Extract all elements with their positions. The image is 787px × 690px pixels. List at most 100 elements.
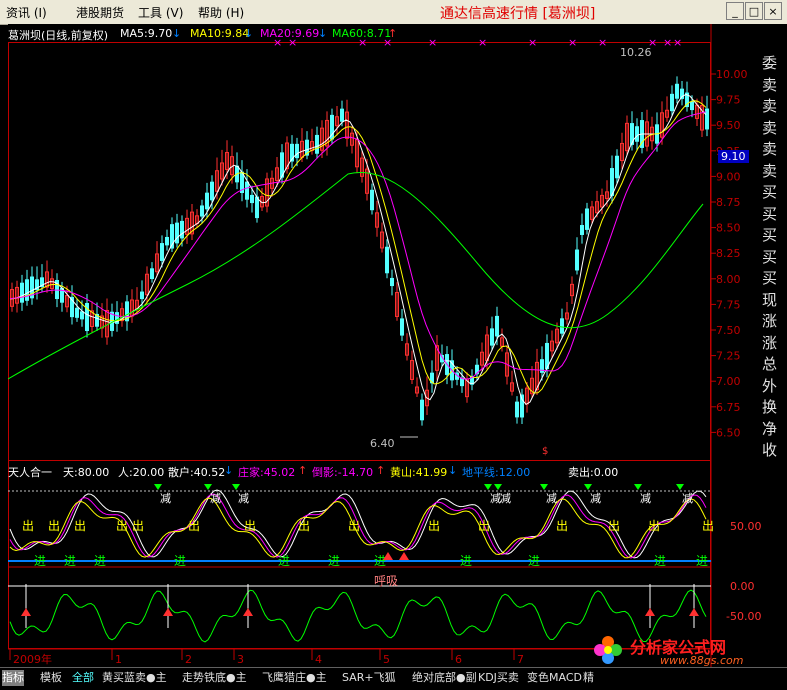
indicator-tab[interactable]: 走势铁底●主 [182, 670, 247, 686]
candle-body [495, 315, 499, 337]
spike-arrow-icon [243, 608, 253, 616]
close-button[interactable]: × [764, 2, 782, 20]
candle-body [250, 194, 254, 204]
quote-panel-label: 买 [762, 269, 778, 287]
quote-panel-label: 买 [762, 204, 778, 223]
ind-daoying: 倒影:-14.70 [312, 466, 374, 479]
ind-ren: 人:20.00 [118, 466, 165, 479]
indicator-tab[interactable]: 变色MACD [527, 670, 582, 686]
ma10-arrow: ↓ [244, 27, 254, 40]
quote-panel-label: 卖 [762, 161, 778, 180]
ind-sanhu: 散户:40.52 [168, 466, 226, 479]
s-marker: $ [542, 446, 548, 457]
candle-body [635, 126, 639, 142]
chart-canvas[interactable]: 10.009.759.509.259.008.758.508.258.007.7… [8, 24, 787, 667]
price-tick-label: 9.00 [716, 170, 741, 183]
signal-marker: × [673, 36, 682, 49]
quote-panel-label: 买 [762, 226, 778, 244]
candle-body [140, 291, 144, 300]
reduce-label: 减 [590, 492, 601, 505]
candle-body [580, 225, 584, 235]
indicator-tab[interactable]: 模板 [40, 670, 62, 686]
candle-body [560, 318, 564, 334]
candle-body [75, 307, 79, 318]
in-label: 进 [328, 554, 340, 568]
menu-help[interactable]: 帮助 (H) [198, 4, 244, 21]
out-label: 出 [556, 519, 568, 533]
indicator-tab[interactable]: 全部 [72, 670, 94, 686]
price-tick-label: 8.75 [716, 196, 741, 209]
app-title: 通达信高速行情 [葛洲坝] [440, 6, 596, 22]
in-label: 进 [374, 554, 386, 568]
indicator-tab[interactable]: 绝对底部●副 [412, 670, 477, 686]
price-tick-label: 9.50 [716, 119, 741, 132]
reduce-arrow-icon [676, 484, 684, 490]
breath-label: 呼吸 [374, 574, 399, 588]
in-label: 进 [278, 554, 290, 568]
reduce-arrow-icon [494, 484, 502, 490]
minimize-button[interactable]: _ [726, 2, 744, 20]
candle-body [20, 282, 24, 303]
price-tick-label: 7.50 [716, 324, 741, 337]
indicator-tab[interactable]: 精 [583, 670, 594, 686]
candle-body [255, 196, 259, 219]
candle-body [675, 83, 679, 99]
candle-body [420, 399, 424, 421]
in-label: 进 [654, 554, 666, 568]
menu-info[interactable]: 资讯 (I) [6, 4, 47, 21]
quote-panel-label: 卖 [762, 140, 778, 158]
reduce-label: 减 [160, 492, 171, 505]
signal-marker: × [528, 36, 537, 49]
out-label: 出 [188, 519, 200, 533]
price-tick-label: 8.50 [716, 222, 741, 235]
signal-marker: × [428, 36, 437, 49]
price-tick-label: 7.25 [716, 350, 741, 363]
reduce-label: 减 [640, 492, 651, 505]
ind-sanhu-arrow: ↓ [224, 464, 234, 477]
date-label: 1 [115, 653, 122, 666]
ma60-arrow: ↑ [388, 27, 398, 40]
quote-panel-label: 涨 [762, 333, 778, 352]
ind-tick-neg50: -50.00 [726, 610, 762, 623]
candle-body [385, 246, 389, 274]
price-tick-label: 10.00 [716, 68, 748, 81]
indicator-tab[interactable]: 飞鹰猎庄●主 [262, 670, 327, 686]
signal-marker: × [663, 36, 672, 49]
maximize-button[interactable]: □ [745, 2, 763, 20]
candle-body [210, 181, 214, 201]
indicator-tab[interactable]: 指标 [2, 670, 24, 686]
reduce-arrow-icon [540, 484, 548, 490]
out-label: 出 [648, 519, 660, 533]
candle-body [575, 249, 579, 271]
candle-body [340, 108, 344, 122]
in-label: 进 [174, 554, 186, 568]
in-label: 进 [64, 554, 76, 568]
reduce-label: 减 [500, 492, 511, 505]
date-label: 3 [237, 653, 244, 666]
logo-watermark: 分析家公式网 www.88gs.com [590, 632, 785, 668]
chart-area[interactable]: 10.009.759.509.259.008.758.508.258.007.7… [8, 24, 787, 667]
candle-body [165, 236, 169, 246]
ind-daoying-arrow: ↑ [376, 464, 386, 477]
out-label: 出 [22, 519, 34, 533]
candle-body [295, 143, 299, 159]
candle-body [245, 181, 249, 200]
menu-hk-futures[interactable]: 港股期货 [76, 4, 124, 21]
quote-panel-label: 净 [762, 419, 778, 438]
reduce-label: 减 [682, 492, 693, 505]
price-tick-label: 7.75 [716, 298, 741, 311]
spike-arrow-icon [645, 608, 655, 616]
quote-panel-label: 买 [762, 183, 778, 201]
indicator-tab[interactable]: KDJ买卖 [478, 670, 519, 686]
candle-body [545, 342, 549, 370]
ma10-label: MA10:9.84 [190, 27, 250, 40]
indicator-tab[interactable]: 黄买蓝卖●主 [102, 670, 167, 686]
indicator-tab[interactable]: SAR+飞狐 [342, 670, 396, 686]
in-label: 进 [460, 554, 472, 568]
candle-body [400, 318, 404, 336]
quote-panel-label: 卖 [762, 97, 778, 115]
quote-panel-label: 换 [762, 398, 778, 416]
ma5-label: MA5:9.70 [120, 27, 173, 40]
menu-tools[interactable]: 工具 (V) [138, 4, 183, 21]
reduce-label: 减 [210, 492, 221, 505]
